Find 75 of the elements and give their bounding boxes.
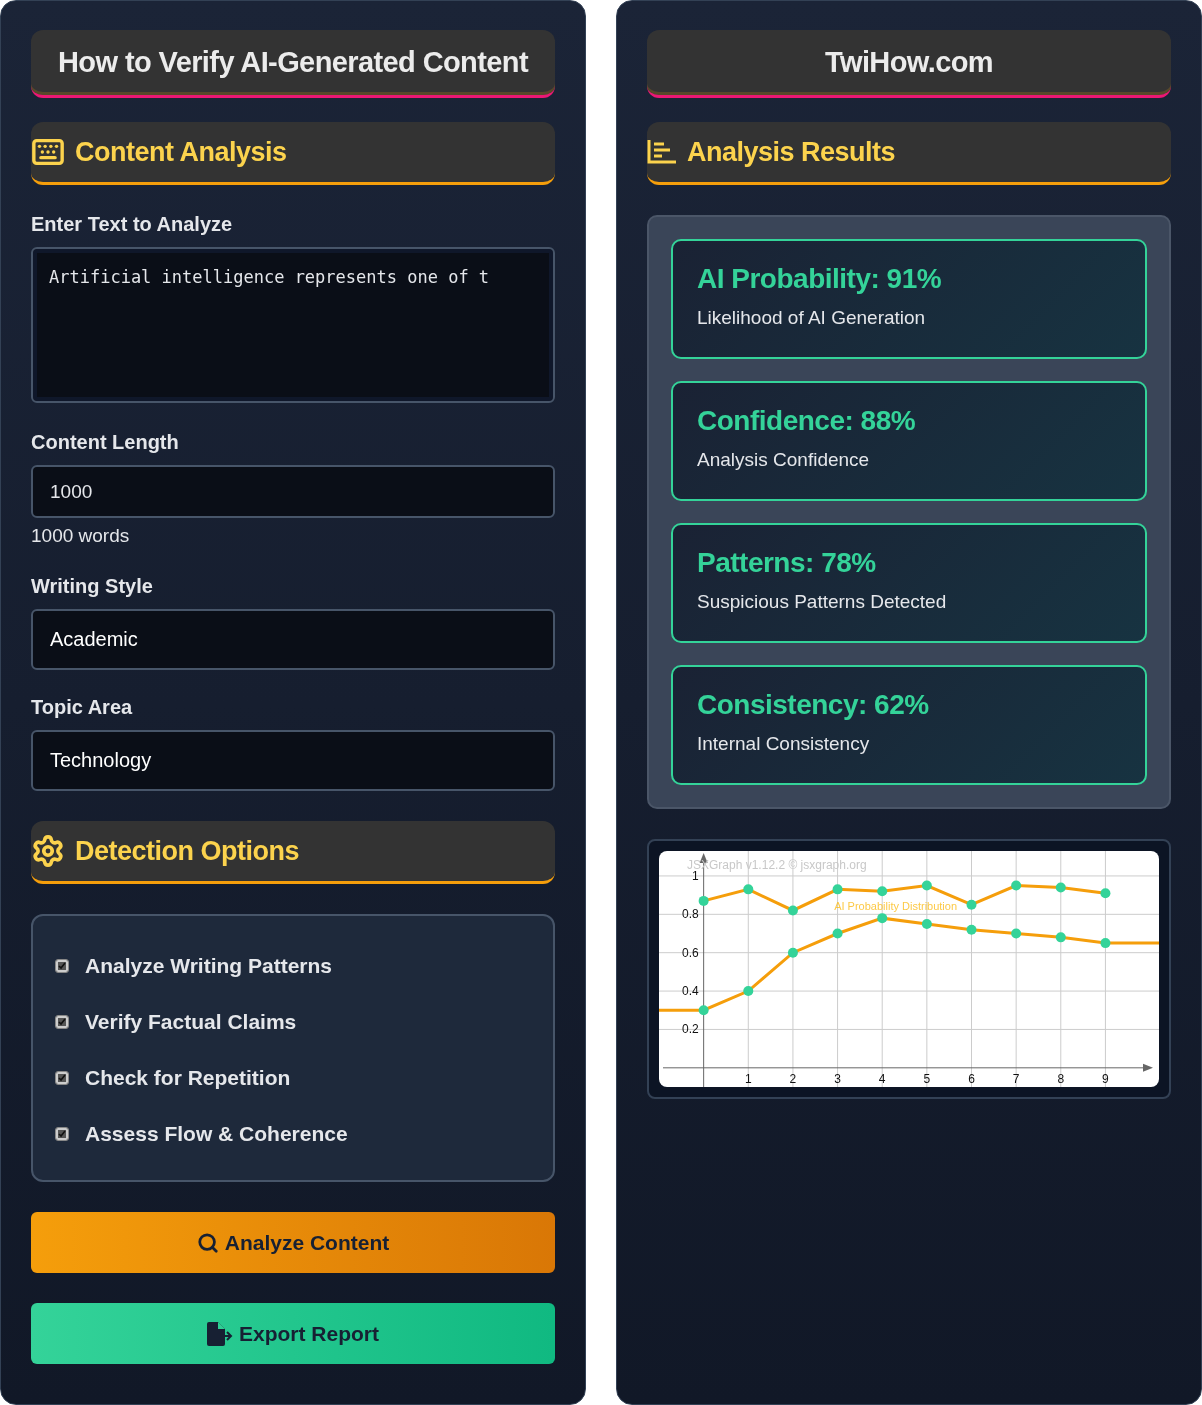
option-label: Verify Factual Claims (85, 1010, 297, 1034)
data-point (1055, 932, 1066, 943)
result-subtitle: Suspicious Patterns Detected (697, 591, 948, 613)
field-label: Enter Text to Analyze (31, 213, 234, 236)
analyze-button[interactable]: Analyze Content (31, 1212, 555, 1273)
y-tick-label: 0.8 (681, 907, 699, 922)
data-point (1011, 928, 1022, 939)
x-tick-label: 8 (1057, 1071, 1065, 1086)
option-label: Assess Flow & Coherence (85, 1122, 348, 1146)
topic-select[interactable]: Technology (31, 730, 555, 791)
checkmark-icon (58, 1074, 66, 1082)
number-input-field[interactable]: 1000 (31, 465, 555, 518)
field-label: Topic Area (31, 696, 134, 719)
field-label: Writing Style (31, 575, 154, 598)
y-tick-label: 0.2 (681, 1022, 699, 1037)
data-point (921, 918, 932, 929)
data-point (921, 880, 932, 891)
field-label: Content Length (31, 431, 180, 454)
gears-icon (31, 834, 65, 868)
x-tick-label: 5 (923, 1071, 931, 1086)
option-label: Analyze Writing Patterns (85, 954, 332, 978)
section-title: Content Analysis (75, 136, 287, 168)
data-point (966, 899, 977, 910)
style-select[interactable]: Academic (31, 609, 555, 670)
data-point (787, 947, 798, 958)
option-label: Check for Repetition (85, 1066, 291, 1090)
checkmark-icon (58, 1130, 66, 1138)
y-tick-label: 1 (691, 868, 699, 883)
checkmark-icon (58, 962, 66, 970)
x-tick-label: 6 (968, 1071, 975, 1086)
data-point (1011, 880, 1022, 891)
data-point (877, 886, 888, 897)
y-tick-label: 0.6 (681, 945, 699, 960)
checkbox[interactable] (55, 1127, 69, 1141)
bar-chart-icon (647, 139, 677, 165)
result-title: Confidence: 88% (697, 405, 917, 437)
data-point (743, 884, 754, 895)
section-title: Analysis Results (687, 136, 896, 168)
text-input-field[interactable]: Artificial intelligence represents one of t (31, 247, 555, 403)
x-tick-label: 4 (878, 1071, 886, 1086)
length-hint: 1000 words (31, 525, 131, 547)
result-title: AI Probability: 91% (697, 263, 943, 295)
file-export-icon (207, 1321, 233, 1346)
data-point (877, 913, 888, 924)
data-point (966, 924, 977, 935)
result-subtitle: Analysis Confidence (697, 449, 871, 471)
data-point (1055, 882, 1066, 893)
x-tick-label: 3 (834, 1071, 841, 1086)
x-tick-label: 1 (744, 1071, 752, 1086)
y-tick-label: 0.4 (681, 984, 699, 999)
checkmark-icon (58, 1018, 66, 1026)
x-tick-label: 9 (1102, 1071, 1109, 1086)
checkbox[interactable] (55, 1015, 69, 1029)
search-icon (196, 1231, 219, 1254)
x-tick-label: 7 (1012, 1071, 1020, 1086)
data-point (787, 905, 798, 916)
export-button[interactable]: Export Report (31, 1303, 555, 1364)
result-subtitle: Likelihood of AI Generation (697, 307, 927, 329)
x-tick-label: 2 (789, 1071, 797, 1086)
checkbox[interactable] (55, 1071, 69, 1085)
data-point (1100, 938, 1111, 949)
result-subtitle: Internal Consistency (697, 733, 871, 755)
chart-title: AI Probability Distribution (834, 899, 958, 912)
data-point (743, 986, 754, 997)
checkbox[interactable] (55, 959, 69, 973)
data-point (832, 928, 843, 939)
result-title: Patterns: 78% (697, 547, 877, 579)
section-title: Detection Options (75, 835, 299, 867)
data-point (698, 895, 709, 906)
site-title: TwiHow.com (647, 30, 1171, 98)
data-point (698, 1005, 709, 1016)
result-title: Consistency: 62% (697, 689, 930, 721)
data-point (1100, 888, 1111, 899)
data-point (832, 884, 843, 895)
page-title: How to Verify AI-Generated Content (31, 30, 555, 98)
